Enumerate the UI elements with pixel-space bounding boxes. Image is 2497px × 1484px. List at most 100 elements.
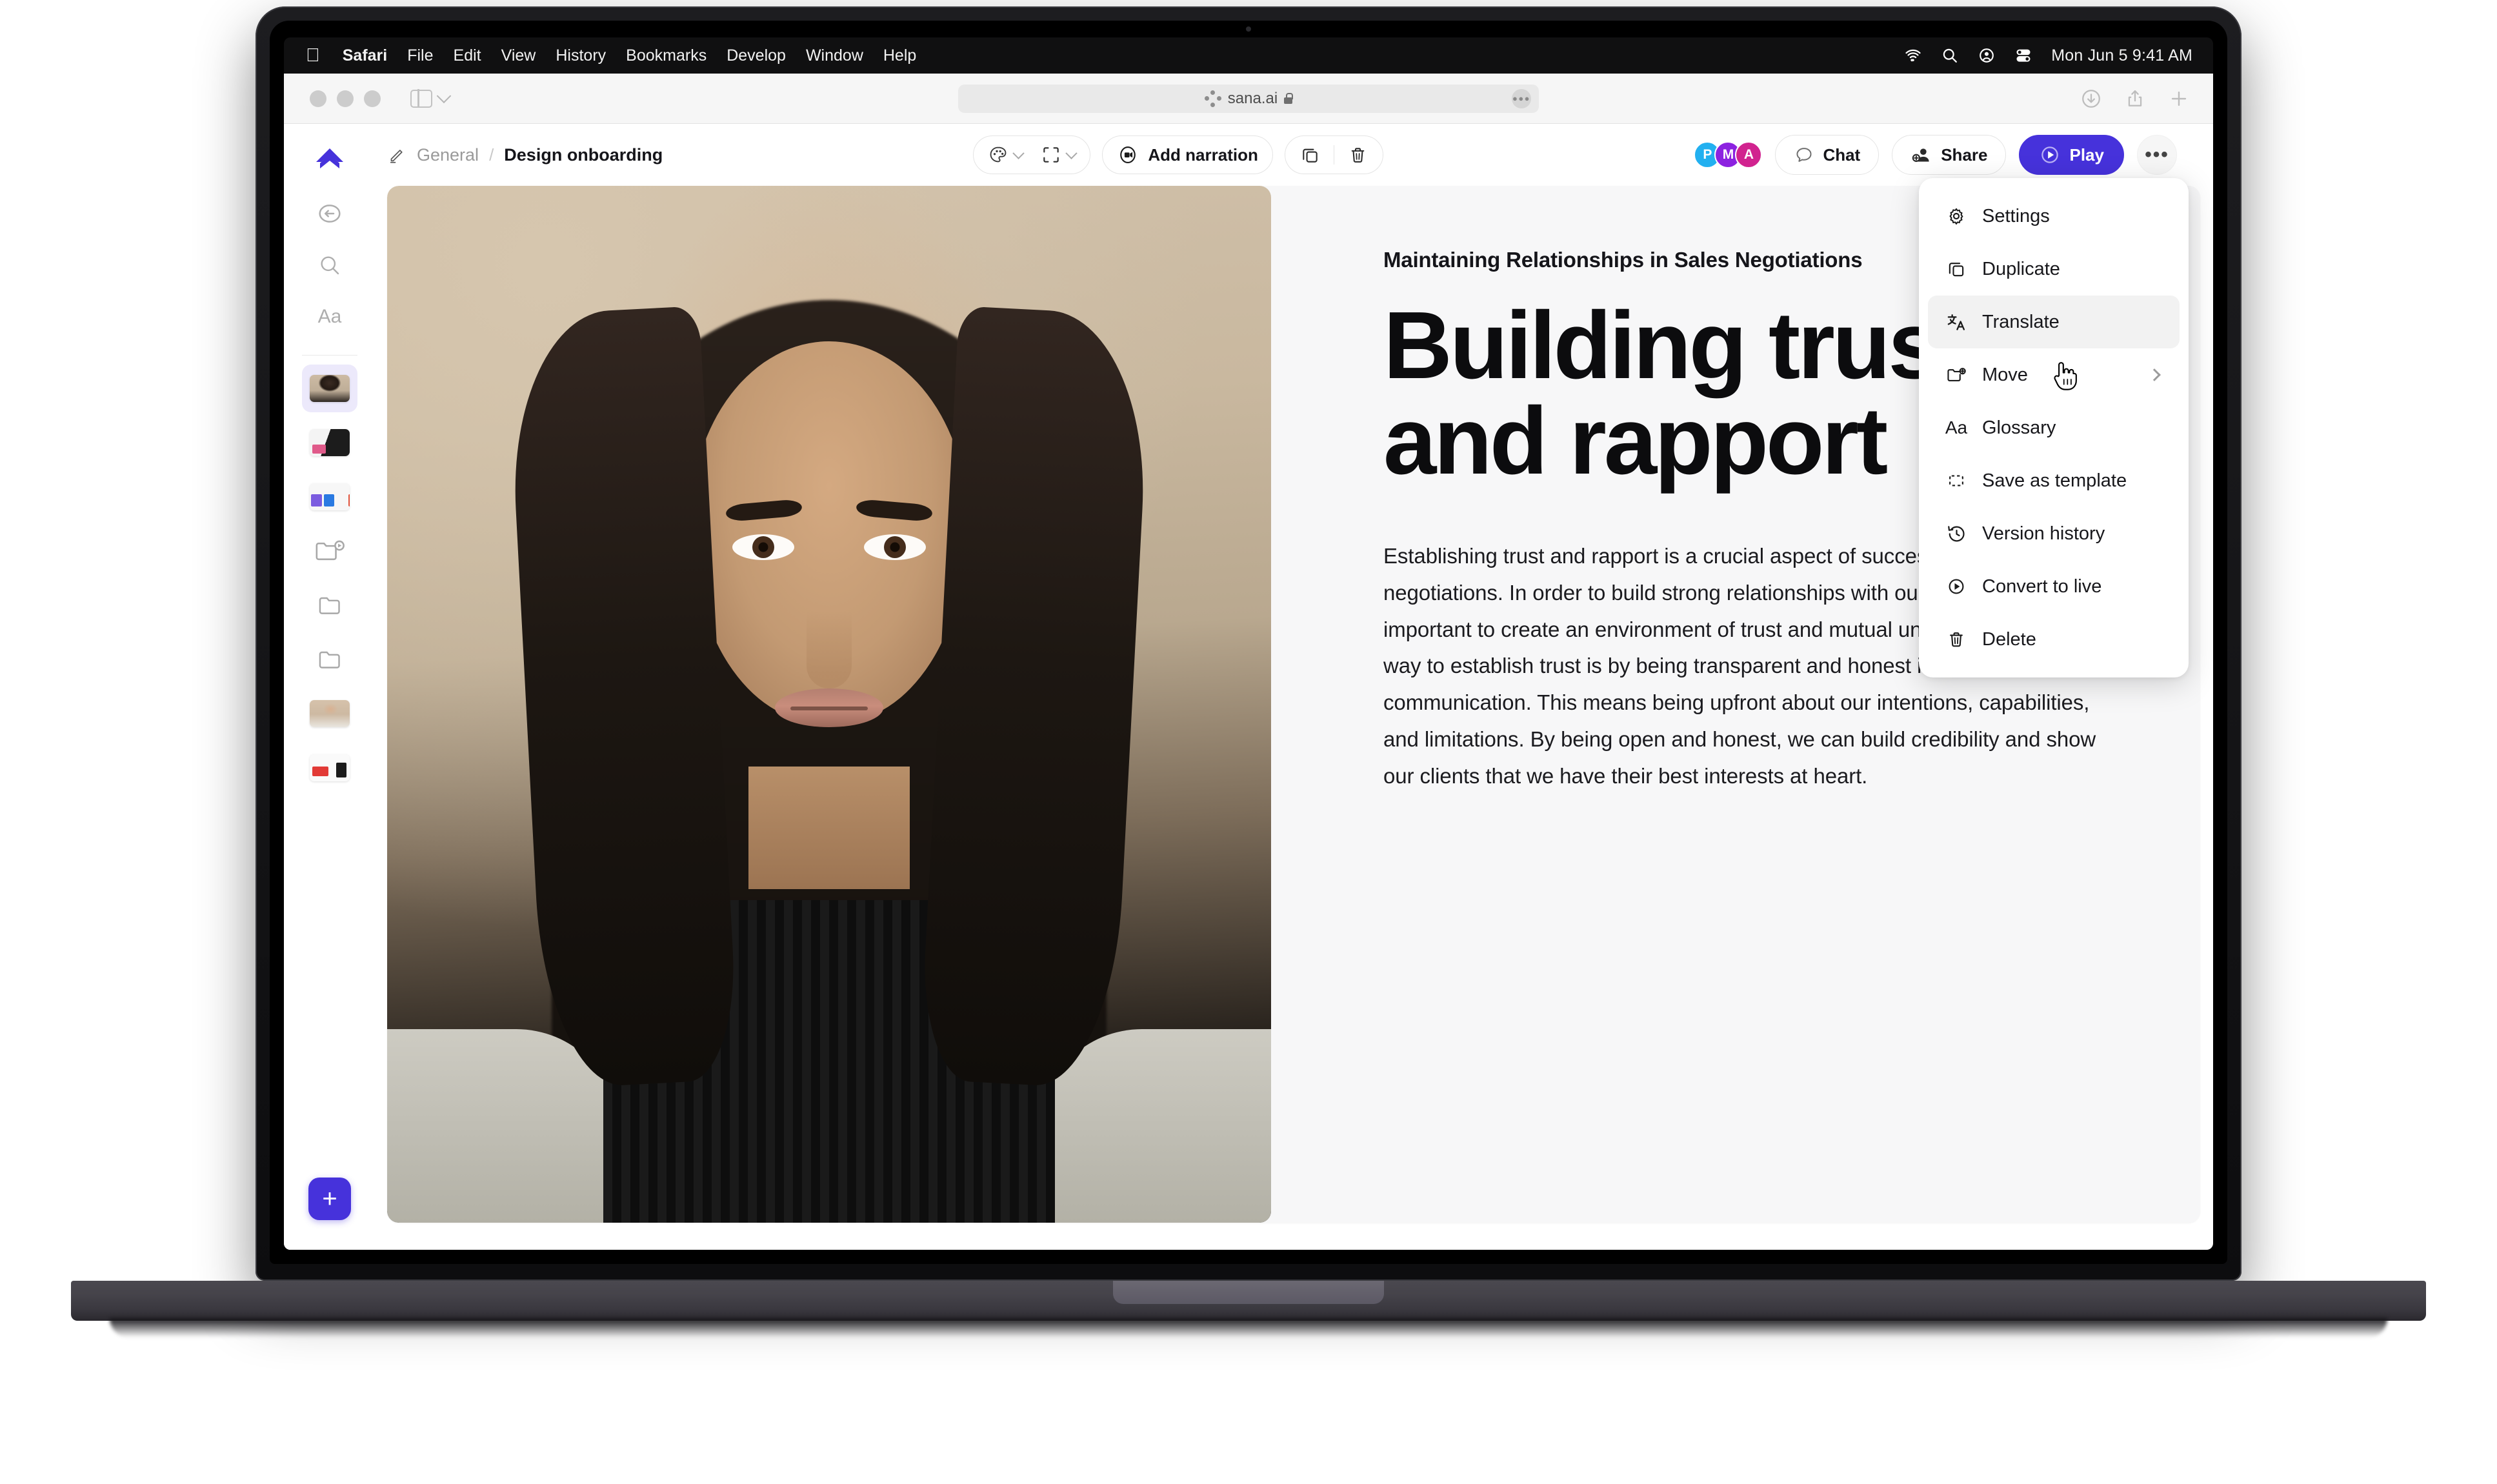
- sidebar-item-slide-color[interactable]: [302, 473, 357, 521]
- sidebar-toggle-group[interactable]: [410, 88, 452, 108]
- pencil-icon[interactable]: [387, 145, 406, 165]
- app-sidebar: Aa +: [284, 124, 376, 1250]
- sidebar-item-slide-portrait[interactable]: [302, 365, 357, 412]
- sana-app: Aa + General / Design onboarding Add nar…: [284, 124, 2213, 1250]
- photo-lips: [775, 688, 883, 728]
- wifi-icon[interactable]: [1904, 46, 1922, 65]
- search-icon[interactable]: [1941, 46, 1959, 65]
- downloads-icon[interactable]: [2080, 88, 2102, 110]
- sidebar-item-slide-dark[interactable]: [302, 419, 357, 466]
- style-toolbar-group: [973, 135, 1091, 174]
- menu-item-history[interactable]: History: [556, 46, 606, 65]
- app-header: General / Design onboarding Add narratio…: [376, 124, 2213, 186]
- photo-eye-right: [864, 534, 926, 560]
- pointing-hand-cursor: [2054, 362, 2077, 390]
- webcam-icon: [1246, 26, 1251, 32]
- close-window-button[interactable]: [310, 90, 326, 107]
- sidebar-item-slide-last[interactable]: [302, 744, 357, 792]
- avatar-a[interactable]: A: [1735, 141, 1763, 168]
- add-slide-button[interactable]: +: [308, 1178, 351, 1220]
- more-options-button[interactable]: •••: [2136, 135, 2177, 175]
- sidebar-toggle-icon[interactable]: [410, 89, 432, 108]
- minimize-window-button[interactable]: [337, 90, 354, 107]
- address-bar-url: sana.ai: [1227, 89, 1278, 107]
- chat-button[interactable]: Chat: [1775, 135, 1880, 175]
- chevron-right-icon: [2148, 368, 2161, 381]
- chevron-down-icon[interactable]: [1012, 146, 1025, 159]
- dashed-square-icon: [1945, 470, 1968, 491]
- menu-item-edit[interactable]: Edit: [454, 46, 481, 65]
- menu-item-develop[interactable]: Develop: [727, 46, 786, 65]
- sana-dots-icon: [1204, 90, 1221, 107]
- menu-item-settings[interactable]: Settings: [1928, 190, 2180, 243]
- breadcrumb-root[interactable]: General: [417, 145, 479, 165]
- chevron-down-icon[interactable]: [436, 88, 452, 103]
- control-center-icon[interactable]: [1978, 46, 1996, 65]
- share-person-icon: [1912, 148, 1929, 162]
- record-video-icon: [1120, 146, 1136, 163]
- photo-hair-front-right: [918, 305, 1153, 1089]
- slide-thumb-color: [310, 483, 350, 510]
- breadcrumb: General / Design onboarding: [387, 145, 663, 165]
- breadcrumb-current[interactable]: Design onboarding: [504, 145, 663, 165]
- menu-bar-clock[interactable]: Mon Jun 5 9:41 AM: [2051, 46, 2192, 65]
- sidebar-item-folder[interactable]: [302, 581, 357, 629]
- theme-button[interactable]: [988, 145, 1025, 165]
- menu-item-translate[interactable]: Translate: [1928, 296, 2180, 348]
- duplicate-icon[interactable]: [1299, 145, 1321, 166]
- menu-item-file[interactable]: File: [407, 46, 433, 65]
- menu-item-help[interactable]: Help: [883, 46, 916, 65]
- apple-logo-icon[interactable]: : [306, 46, 320, 65]
- sidebar-item-folder-play[interactable]: [302, 527, 357, 575]
- sana-logo[interactable]: [309, 138, 350, 179]
- share-button[interactable]: Share: [1892, 135, 2007, 175]
- layout-button[interactable]: [1041, 145, 1078, 165]
- share-icon[interactable]: [2124, 88, 2146, 110]
- menu-item-version-history[interactable]: Version history: [1928, 507, 2180, 560]
- menu-item-convert-to-live[interactable]: Convert to live: [1928, 560, 2180, 613]
- new-tab-icon[interactable]: [2168, 88, 2190, 110]
- laptop-base-notch: [1113, 1281, 1384, 1304]
- address-bar[interactable]: sana.ai ●●●: [958, 84, 1539, 113]
- menu-item-save-as-template[interactable]: Save as template: [1928, 454, 2180, 507]
- translate-icon: [1945, 311, 1968, 333]
- menu-label-delete: Delete: [1982, 628, 2036, 650]
- menu-item-delete[interactable]: Delete: [1928, 613, 2180, 666]
- sidebar-item-slide-portrait-2[interactable]: [302, 690, 357, 737]
- screen-bezel:  Safari File Edit View History Bookmark…: [270, 21, 2227, 1264]
- chat-bubble-icon: [1796, 148, 1812, 162]
- menu-label-glossary: Glossary: [1982, 417, 2056, 438]
- menu-item-bookmarks[interactable]: Bookmarks: [626, 46, 707, 65]
- folder-icon: [319, 597, 340, 614]
- play-label: Play: [2069, 145, 2104, 165]
- laptop-frame:  Safari File Edit View History Bookmark…: [256, 6, 2241, 1281]
- add-narration-button[interactable]: Add narration: [1102, 135, 1273, 174]
- menu-item-safari[interactable]: Safari: [343, 46, 387, 65]
- menu-item-window[interactable]: Window: [806, 46, 863, 65]
- menu-item-view[interactable]: View: [501, 46, 536, 65]
- collaborator-avatars: P M A: [1694, 141, 1763, 168]
- trash-icon: [1945, 629, 1968, 650]
- sidebar-item-folder-2[interactable]: [302, 636, 357, 683]
- menu-label-convert-to-live: Convert to live: [1982, 576, 2102, 597]
- slide-thumb-portrait-2: [310, 700, 350, 727]
- breadcrumb-separator: /: [489, 145, 494, 165]
- reload-button[interactable]: ●●●: [1512, 88, 1531, 108]
- toggle-icon[interactable]: [2014, 46, 2032, 65]
- laptop-base: [71, 1281, 2426, 1338]
- palette-icon: [990, 146, 1007, 163]
- sidebar-divider: [302, 355, 357, 356]
- menu-label-version-history: Version history: [1982, 523, 2105, 544]
- chevron-down-icon-2[interactable]: [1065, 146, 1078, 159]
- maximize-window-button[interactable]: [364, 90, 381, 107]
- menu-item-duplicate[interactable]: Duplicate: [1928, 243, 2180, 296]
- sidebar-item-back-history[interactable]: [306, 190, 354, 237]
- play-button[interactable]: Play: [2019, 135, 2124, 175]
- header-right-actions: P M A Chat Share Play •••: [1694, 135, 2177, 175]
- menu-item-glossary[interactable]: Aa Glossary: [1928, 401, 2180, 454]
- sidebar-item-search[interactable]: [306, 241, 354, 289]
- sidebar-item-text-format[interactable]: Aa: [306, 293, 354, 341]
- frame-icon: [1043, 147, 1059, 163]
- trash-icon[interactable]: [1347, 145, 1369, 166]
- menu-bar-items:  Safari File Edit View History Bookmark…: [306, 46, 916, 65]
